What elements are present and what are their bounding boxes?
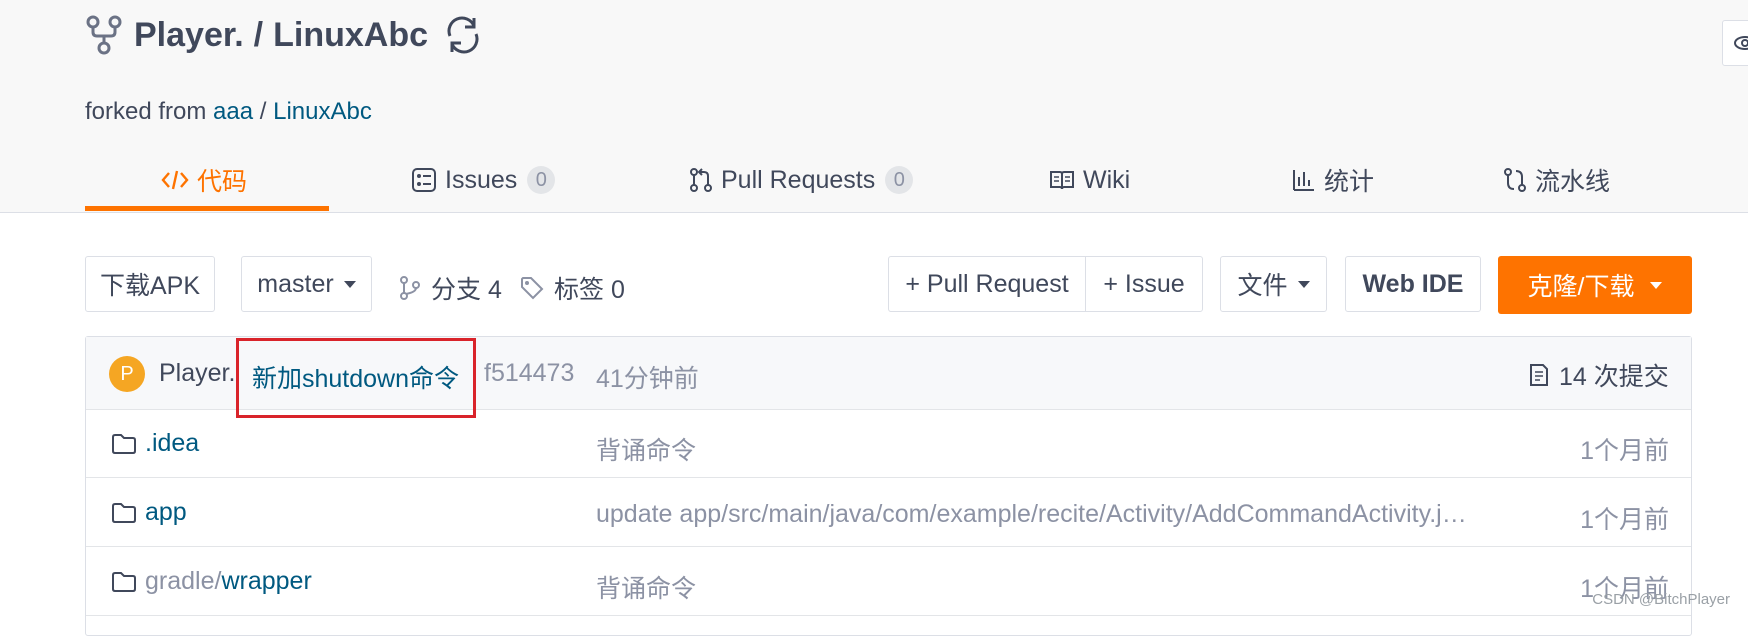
new-issue-label: + Issue	[1103, 269, 1185, 298]
branch-select-label: master	[257, 269, 334, 298]
file-name-parent: gradle/	[145, 567, 222, 595]
tab-wiki[interactable]: Wiki	[1049, 150, 1130, 210]
avatar[interactable]: P	[109, 356, 145, 392]
tab-pull-requests[interactable]: Pull Requests 0	[689, 150, 914, 210]
file-commit-time: 1个月前	[1580, 506, 1669, 534]
file-name-cell[interactable]: gradle/wrapper	[111, 567, 312, 596]
tab-stats[interactable]: 统计	[1292, 150, 1374, 210]
tab-code[interactable]: 代码	[161, 150, 247, 210]
file-row[interactable]: gradle/wrapper 背诵命令 1个月前	[86, 547, 1691, 616]
file-name[interactable]: .idea	[145, 429, 199, 458]
file-commit-message[interactable]: update app/src/main/java/com/example/rec…	[596, 500, 1476, 529]
repo-tabs: 代码 Issues 0 Pull Requests 0 Wiki 统计 流水线	[85, 150, 1748, 212]
chevron-down-icon	[343, 280, 356, 288]
tab-pr-count: 0	[885, 166, 914, 194]
eye-icon	[1734, 36, 1748, 50]
file-name-cell[interactable]: .idea	[111, 429, 199, 458]
pull-request-icon	[690, 168, 712, 192]
folder-icon	[112, 571, 136, 592]
new-pull-request-label: + Pull Request	[905, 269, 1069, 298]
tab-stats-label: 统计	[1324, 168, 1375, 196]
active-tab-indicator	[85, 206, 329, 211]
pipeline-icon	[1504, 168, 1526, 192]
file-commit-message[interactable]: 背诵命令	[596, 431, 1476, 467]
issues-icon	[412, 168, 436, 192]
file-commit-message[interactable]: 背诵命令	[596, 569, 1476, 605]
file-row[interactable]: app update app/src/main/java/com/example…	[86, 478, 1691, 547]
file-name[interactable]: app	[145, 498, 187, 527]
repo-owner[interactable]: Player.	[134, 16, 244, 55]
download-apk-label: 下载APK	[99, 272, 201, 300]
tag-icon	[521, 277, 544, 300]
chevron-down-icon	[1297, 280, 1310, 288]
file-menu-label: 文件	[1237, 272, 1288, 300]
forked-owner-link[interactable]: aaa	[213, 98, 253, 125]
file-menu-button[interactable]: 文件	[1220, 256, 1327, 312]
watermark: CSDN @BitchPlayer	[1592, 591, 1730, 608]
watch-button[interactable]	[1722, 20, 1748, 66]
new-pull-request-button[interactable]: + Pull Request	[888, 256, 1086, 312]
web-ide-label: Web IDE	[1362, 269, 1464, 298]
web-ide-button[interactable]: Web IDE	[1345, 256, 1481, 312]
tab-issues-label: Issues	[445, 165, 518, 194]
bar-chart-icon	[1293, 170, 1314, 191]
sidebar-edge	[1738, 270, 1748, 540]
repo-title: Player. / LinuxAbc	[86, 14, 484, 56]
folder-icon	[112, 502, 136, 523]
commit-time: 41分钟前	[596, 365, 699, 393]
tab-pipeline-label: 流水线	[1535, 168, 1611, 196]
file-commit-time: 1个月前	[1580, 437, 1669, 465]
tags-link[interactable]: 标签 0	[520, 270, 625, 306]
code-icon	[161, 170, 189, 190]
tab-pipeline[interactable]: 流水线	[1503, 150, 1610, 210]
file-name[interactable]: gradle/wrapper	[145, 567, 312, 596]
highlight-annotation	[236, 338, 476, 418]
commit-count-link[interactable]: 14 次提交	[1529, 357, 1669, 393]
branch-select[interactable]: master	[241, 256, 372, 312]
download-apk-button[interactable]: 下载APK	[85, 256, 215, 312]
forked-separator: /	[259, 98, 267, 125]
tab-issues-count: 0	[527, 166, 556, 194]
branches-label: 分支 4	[431, 276, 502, 304]
new-issue-button[interactable]: + Issue	[1085, 256, 1203, 312]
forked-prefix: forked from	[85, 98, 207, 125]
forked-from: forked from aaa / LinuxAbc	[85, 98, 372, 126]
sync-icon[interactable]	[442, 14, 484, 56]
tab-issues[interactable]: Issues 0	[411, 150, 556, 210]
branch-icon	[400, 276, 420, 300]
folder-icon	[112, 433, 136, 454]
tab-code-label: 代码	[197, 168, 248, 196]
clone-download-button[interactable]: 克隆/下载	[1498, 256, 1692, 314]
file-name-cell[interactable]: app	[111, 498, 187, 527]
repo-name[interactable]: LinuxAbc	[273, 16, 428, 55]
repo-separator: /	[253, 15, 264, 54]
commits-icon	[1530, 364, 1548, 386]
fork-icon	[86, 15, 122, 55]
chevron-down-icon	[1650, 281, 1663, 289]
commit-author[interactable]: Player.	[159, 359, 235, 388]
commit-count-label: 14 次提交	[1559, 363, 1669, 391]
clone-download-label: 克隆/下载	[1527, 273, 1635, 301]
branches-link[interactable]: 分支 4	[399, 270, 502, 306]
tags-label: 标签 0	[554, 276, 625, 304]
tab-pr-label: Pull Requests	[721, 165, 876, 194]
file-name-child: wrapper	[221, 567, 312, 595]
forked-repo-link[interactable]: LinuxAbc	[273, 98, 372, 125]
file-row[interactable]: .idea 背诵命令 1个月前	[86, 409, 1691, 478]
commit-sha[interactable]: f514473	[484, 359, 574, 388]
book-icon	[1050, 171, 1074, 190]
tab-wiki-label: Wiki	[1083, 165, 1131, 194]
